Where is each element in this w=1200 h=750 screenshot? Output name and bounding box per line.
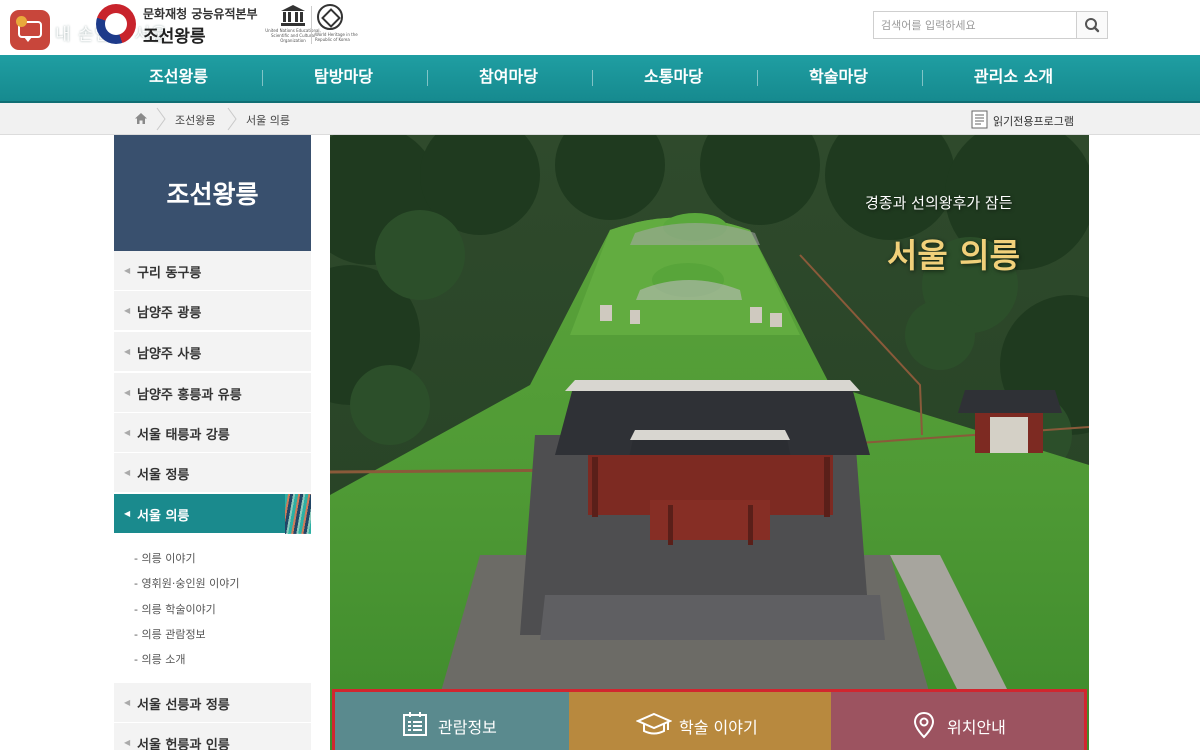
breadcrumb-item-current: 서울 의릉: [246, 114, 290, 127]
sidebar-item-label: 서울 의릉: [137, 509, 190, 524]
submenu-item-yeonghwiwon-story[interactable]: - 영휘원·숭인원 이야기: [134, 575, 240, 591]
sidebar-item-label: 서울 헌릉과 인릉: [137, 738, 230, 750]
sidebar-item-label: 남양주 홍릉과 유릉: [137, 388, 242, 403]
sidebar-item-namyangju-hongneung-yureung[interactable]: ◀ 남양주 홍릉과 유릉: [114, 373, 311, 413]
bullet-icon: ◀: [124, 347, 131, 356]
quick-links-bar: 관람정보 학술 이야기 위치안내: [332, 689, 1087, 750]
sidebar-submenu: - 의릉 이야기 - 영휘원·숭인원 이야기 - 의릉 학술이야기 - 의릉 관…: [114, 536, 311, 682]
location-guide-button[interactable]: 위치안내: [831, 692, 1084, 750]
document-icon: [971, 110, 988, 129]
logo-divider: [311, 6, 312, 44]
bullet-icon: ◀: [124, 266, 131, 275]
royal-tomb-illustration: [330, 135, 1089, 750]
submenu-item-uireung-story[interactable]: - 의릉 이야기: [134, 550, 196, 566]
gnb-separator: [922, 70, 923, 86]
academic-story-label: 학술 이야기: [679, 718, 758, 737]
sidebar-item-label: 구리 동구릉: [137, 266, 202, 281]
site-name[interactable]: 조선왕릉: [143, 22, 206, 47]
bullet-icon: ◀: [124, 428, 131, 437]
sidebar-title-box: 조선왕릉: [114, 135, 311, 251]
world-heritage-emblem-icon: [317, 4, 343, 30]
reader-program-label: 읽기전용프로그램: [993, 115, 1074, 128]
world-heritage-caption: World Heritage in the Republic of Korea: [315, 32, 358, 42]
gnb-item-joseon-royal-tombs[interactable]: 조선왕릉: [96, 55, 261, 101]
submenu-item-academic-story[interactable]: - 의릉 학술이야기: [134, 601, 216, 617]
sidebar-item-namyangju-sareung[interactable]: ◀ 남양주 사릉: [114, 332, 311, 372]
bullet-icon: ◀: [124, 306, 131, 315]
sidebar-item-namyangju-gwangneung[interactable]: ◀ 남양주 광릉: [114, 291, 311, 331]
visit-info-button[interactable]: 관람정보: [335, 692, 569, 750]
breadcrumb-chevron-icon: [156, 107, 166, 131]
bullet-icon: ◀: [124, 738, 131, 747]
sidebar-item-label: 서울 정릉: [137, 468, 190, 483]
seoul-app-badge-icon: [10, 10, 50, 50]
site-header: 내 손안에 서울 문화재청 궁능유적본부 조선왕릉 United Nations…: [0, 0, 1200, 55]
sidebar-item-seoul-taereung-gangneung[interactable]: ◀ 서울 태릉과 강릉: [114, 413, 311, 453]
breadcrumb-item-joseon-royal-tombs[interactable]: 조선왕릉: [175, 112, 215, 128]
sidebar-item-seoul-heolleung-illeung[interactable]: ◀ 서울 헌릉과 인릉: [114, 723, 311, 750]
main-navigation: 조선왕릉 탐방마당 참여마당 소통마당 학술마당 관리소 소개: [0, 55, 1200, 103]
sidebar-item-label: 서울 태릉과 강릉: [137, 428, 230, 443]
calendar-list-icon: [403, 712, 427, 736]
bullet-icon: ◀: [124, 698, 131, 707]
bullet-icon: ◀: [124, 509, 131, 518]
search-icon: [1085, 18, 1100, 33]
sidebar-item-label: 남양주 사릉: [137, 347, 202, 362]
gnb-item-participate[interactable]: 참여마당: [426, 55, 591, 101]
hero-title: 서울 의릉: [887, 236, 1020, 275]
hero-visual: 경종과 선의왕후가 잠든 서울 의릉: [330, 135, 1089, 750]
breadcrumb: 조선왕릉 서울 의릉 읽기전용프로그램: [0, 103, 1200, 135]
search-input[interactable]: [874, 12, 1077, 38]
submenu-item-visit-info[interactable]: - 의릉 관람정보: [134, 626, 206, 642]
visit-info-label: 관람정보: [438, 718, 497, 737]
submenu-item-introduction[interactable]: - 의릉 소개: [134, 651, 185, 667]
org-name[interactable]: 문화재청 궁능유적본부: [143, 5, 258, 22]
sidebar-item-seoul-seolleung-jeongneung[interactable]: ◀ 서울 선릉과 정릉: [114, 683, 311, 723]
location-guide-label: 위치안내: [947, 718, 1006, 737]
sidebar-item-label: 남양주 광릉: [137, 306, 202, 321]
search-box: [873, 11, 1108, 39]
sidebar-item-seoul-jeongneung[interactable]: ◀ 서울 정릉: [114, 453, 311, 493]
bullet-icon: ◀: [124, 468, 131, 477]
sidebar-item-seoul-uireung[interactable]: ◀ 서울 의릉: [114, 494, 311, 534]
search-button[interactable]: [1076, 12, 1107, 38]
unesco-temple-icon: [281, 5, 305, 26]
graduation-cap-icon: [636, 712, 672, 735]
decorative-pattern: [285, 494, 311, 534]
home-icon[interactable]: [134, 112, 148, 125]
gnb-item-explore[interactable]: 탐방마당: [261, 55, 426, 101]
bullet-icon: ◀: [124, 388, 131, 397]
sidebar-title: 조선왕릉: [166, 180, 259, 209]
gnb-item-academic[interactable]: 학술마당: [756, 55, 921, 101]
cultural-heritage-logo-icon[interactable]: [96, 4, 136, 44]
sidebar-item-label: 서울 선릉과 정릉: [137, 698, 230, 713]
map-pin-icon: [913, 711, 935, 739]
gnb-item-communicate[interactable]: 소통마당: [591, 55, 756, 101]
academic-story-button[interactable]: 학술 이야기: [569, 692, 831, 750]
unesco-caption: United Nations Educational, Scientific a…: [265, 28, 321, 43]
sidebar-item-guri-donggureung[interactable]: ◀ 구리 동구릉: [114, 251, 311, 291]
gnb-item-office-intro[interactable]: 관리소 소개: [931, 55, 1096, 101]
hero-subtitle: 경종과 선의왕후가 잠든: [865, 194, 1013, 212]
breadcrumb-chevron-icon: [227, 107, 237, 131]
